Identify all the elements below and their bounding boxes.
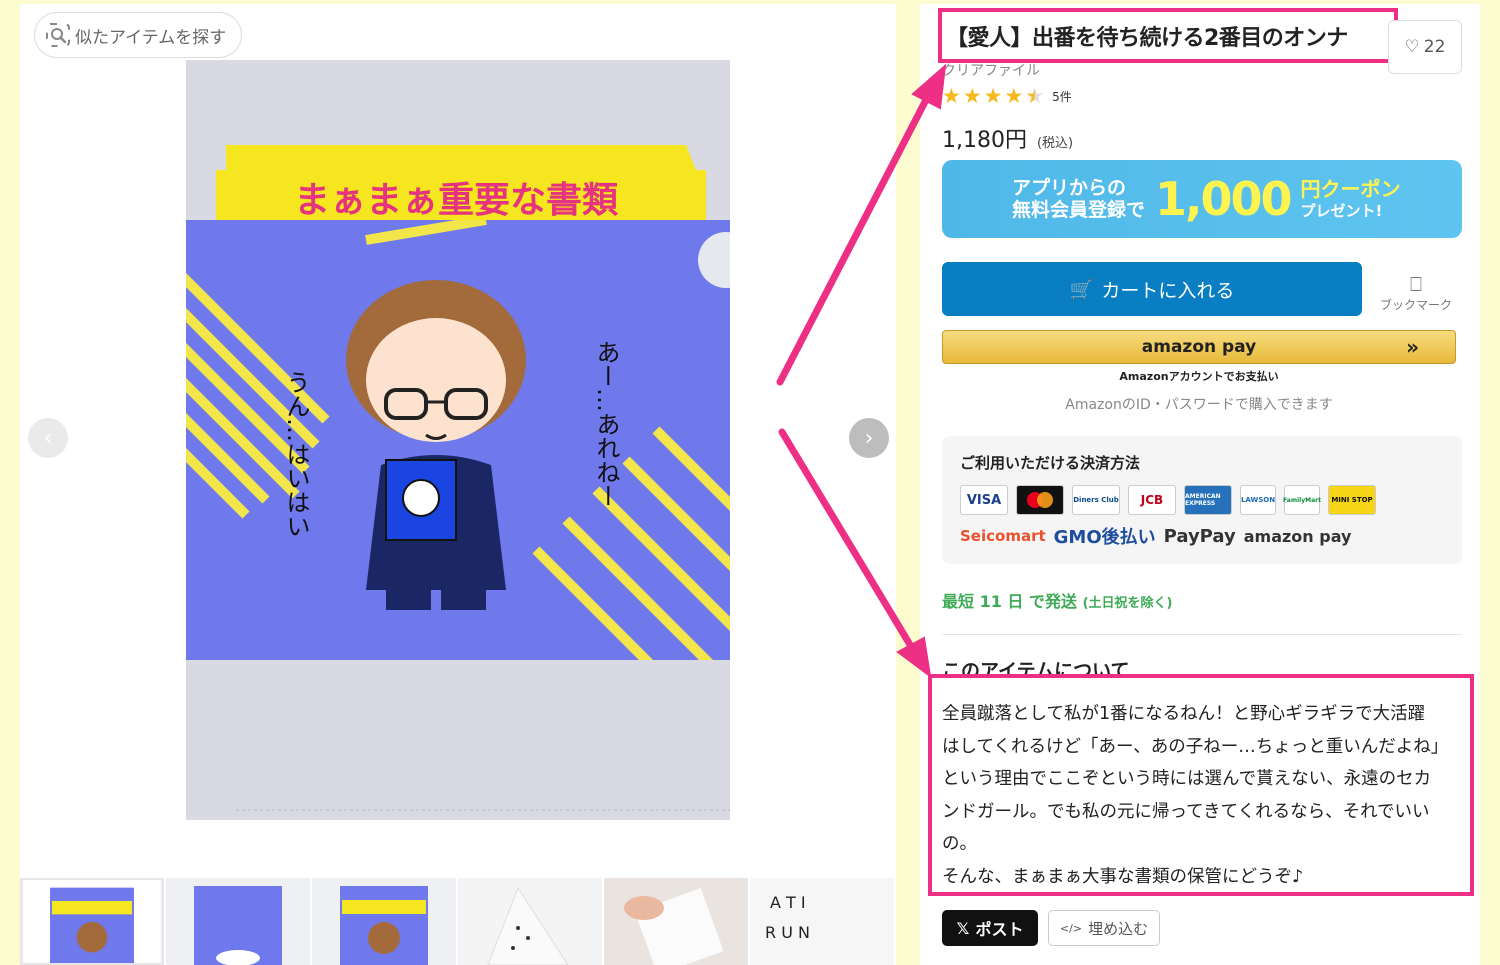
amazon-pay-label: amazon pay <box>1141 337 1257 357</box>
product-title: 【愛人】出番を待ち続ける2番目のオンナ <box>946 25 1348 51</box>
gmo-logo: GMO後払い <box>1053 527 1156 548</box>
product-info-panel: 【愛人】出番を待ち続ける2番目のオンナ ♡ 22 クリアファイル ★ ★ ★ ★… <box>920 4 1480 965</box>
payment-methods-title: ご利用いただける決済方法 <box>960 454 1141 472</box>
x-logo-icon: 𝕏 <box>956 918 970 938</box>
banner-line2: 無料会員登録で <box>1012 199 1146 221</box>
favorite-button[interactable]: ♡ 22 <box>1388 20 1462 74</box>
tax-note: (税込) <box>1036 136 1074 151</box>
provider-logos-row: Seicomart GMO後払い PayPay amazon pay <box>960 523 1444 549</box>
paypay-logo: PayPay <box>1163 525 1236 547</box>
x-post-button[interactable]: 𝕏 ポスト <box>942 910 1038 946</box>
shipping-note: (土日祝を除く) <box>1082 596 1173 611</box>
banner-line1: アプリからの <box>1012 177 1127 199</box>
thumbnail-5[interactable] <box>604 878 748 965</box>
banner-present: プレゼント! <box>1300 201 1383 220</box>
thumbnail-2[interactable] <box>166 878 310 965</box>
banner-text-left: アプリからの 無料会員登録で <box>1012 177 1145 221</box>
star-icon: ★ <box>962 84 982 108</box>
banner-amount: 1,000 <box>1155 172 1293 226</box>
divider <box>942 634 1462 635</box>
bookmark-label: ブックマーク <box>1379 298 1452 312</box>
post-label: ポスト <box>975 920 1024 939</box>
image-search-icon <box>46 23 70 47</box>
thumbnail-6[interactable]: A T I R U N <box>750 878 894 965</box>
embed-button[interactable]: </> 埋め込む <box>1048 910 1160 946</box>
product-image-panel: 似たアイテムを探す まぁまぁ重要な書類 うん…はいはい あー…あれねー ‹ › … <box>20 4 896 965</box>
thumbnail-4[interactable] <box>458 878 602 965</box>
diners-logo: Diners Club <box>1072 485 1120 515</box>
shipping-text: 最短 11 日 で発送 <box>942 592 1077 611</box>
image-speech-left: うん…はいはい <box>282 370 310 538</box>
card-logos-row: VISA Diners Club JCB AMERICAN EXPRESS LA… <box>960 485 1444 515</box>
title-highlight-box: 【愛人】出番を待ち続ける2番目のオンナ <box>938 8 1398 63</box>
add-to-cart-button[interactable]: 🛒 カートに入れる <box>942 262 1362 316</box>
product-category[interactable]: クリアファイル <box>942 60 1040 80</box>
banner-text-right: 円クーポン プレゼント! <box>1301 178 1401 221</box>
thumbnail-strip: A T I R U N <box>20 878 896 965</box>
previous-image-button[interactable]: ‹ <box>28 418 68 458</box>
mastercard-logo <box>1016 485 1064 515</box>
next-image-button[interactable]: › <box>849 418 889 458</box>
bookmark-button[interactable]: ⎕ ブックマーク <box>1376 272 1456 313</box>
jcb-logo: JCB <box>1128 485 1176 515</box>
seicomart-logo: Seicomart <box>960 527 1046 545</box>
image-speech-right: あー…あれねー <box>592 340 620 508</box>
description-highlight-box: 全員蹴落として私が1番になるねん！と野心ギラギラで大活躍 はしてくれるけど「あー… <box>928 674 1474 896</box>
product-main-image: まぁまぁ重要な書類 うん…はいはい あー…あれねー <box>186 60 730 820</box>
amex-logo: AMERICAN EXPRESS <box>1184 485 1232 515</box>
image-banner-text: まぁまぁ重要な書類 <box>294 180 619 221</box>
rating[interactable]: ★ ★ ★ ★ ★ 5件 <box>942 86 1072 107</box>
find-similar-label: 似たアイテムを探す <box>75 27 227 48</box>
ministop-logo: MINI STOP <box>1328 485 1376 515</box>
banner-coupon: 円クーポン <box>1300 176 1401 201</box>
description-line: はしてくれるけど「あー、あの子ねー…ちょっと重いんだよね」 <box>942 736 1449 757</box>
app-coupon-banner[interactable]: アプリからの 無料会員登録で 1,000 円クーポン プレゼント! <box>942 160 1462 238</box>
cart-icon: 🛒 <box>1069 278 1094 301</box>
embed-label: 埋め込む <box>1088 919 1149 938</box>
star-icon: ★ <box>942 84 961 108</box>
visa-logo: VISA <box>960 485 1008 515</box>
cart-label: カートに入れる <box>1101 279 1235 302</box>
bookmark-icon: ⎕ <box>1410 272 1422 296</box>
description-line: ンドガール。でも私の元に帰ってきてくれるなら、それでいい <box>942 801 1430 822</box>
description-line: そんな、まぁまぁ大事な書類の保管にどうぞ♪ <box>942 866 1304 887</box>
find-similar-button[interactable]: 似たアイテムを探す <box>34 12 242 58</box>
familymart-logo: FamilyMart <box>1283 485 1321 515</box>
half-star-icon: ★ <box>1025 84 1045 108</box>
description-line: の。 <box>942 834 977 855</box>
review-count: 5件 <box>1052 90 1072 104</box>
svg-text:A T I: A T I <box>770 893 806 912</box>
amazon-pay-note: AmazonのID・パスワードで購入できます <box>1065 397 1333 413</box>
star-icon: ★ <box>1004 84 1024 108</box>
description-line: という理由でここぞという時には選んで貰えない、永遠のセカ <box>942 769 1432 790</box>
price-row: 1,180円 (税込) <box>942 122 1073 154</box>
amazon-pay-subtext: Amazonアカウントでお支払い <box>1119 370 1279 383</box>
amazon-pay-button[interactable]: amazon pay » <box>942 330 1456 364</box>
double-chevron-icon: » <box>1406 335 1419 359</box>
code-icon: </> <box>1059 921 1083 935</box>
shipping-estimate: 最短 11 日 で発送 (土日祝を除く) <box>942 588 1172 612</box>
thumbnail-3[interactable] <box>312 878 456 965</box>
lawson-logo: LAWSON <box>1240 485 1276 515</box>
star-icon: ★ <box>983 84 1003 108</box>
heart-icon: ♡ <box>1404 37 1420 57</box>
price: 1,180円 <box>942 128 1027 153</box>
amazon-pay-logo: amazon pay <box>1243 526 1352 546</box>
favorite-count: 22 <box>1423 37 1446 57</box>
svg-text:R U N: R U N <box>765 923 810 942</box>
description-line: 全員蹴落として私が1番になるねん！と野心ギラギラで大活躍 <box>942 704 1426 724</box>
payment-methods-box: ご利用いただける決済方法 VISA Diners Club JCB AMERIC… <box>942 436 1462 564</box>
thumbnail-1[interactable] <box>20 878 164 965</box>
